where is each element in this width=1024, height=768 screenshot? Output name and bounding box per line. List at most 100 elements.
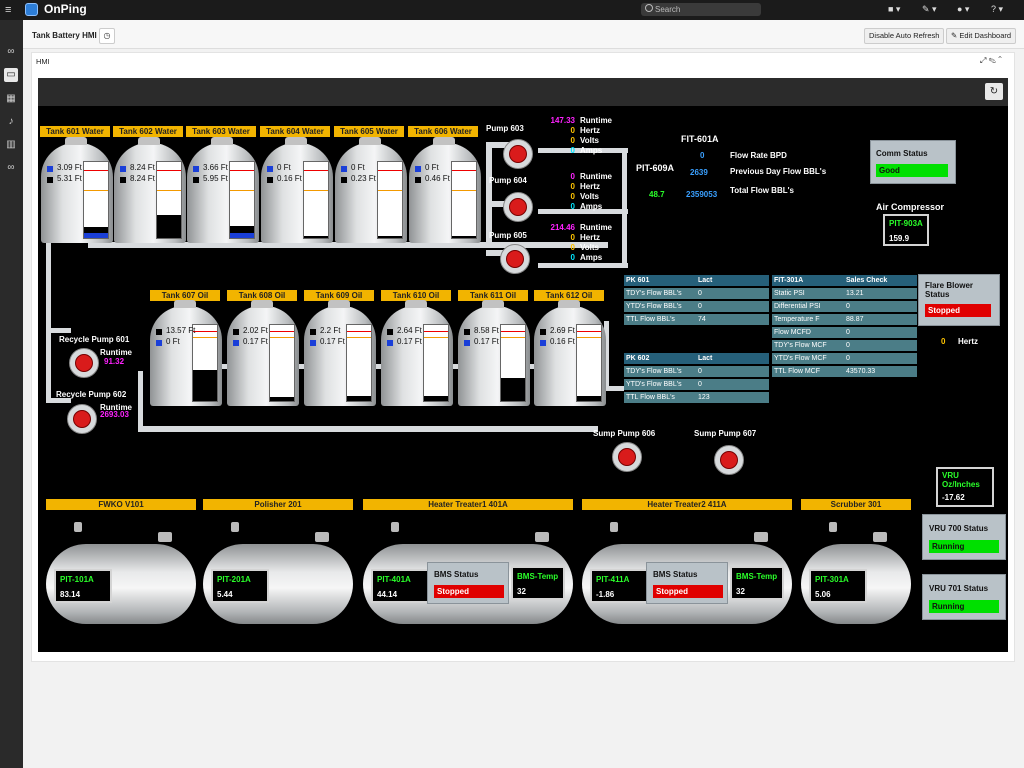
level-fill	[304, 236, 328, 238]
level-high-line	[501, 331, 525, 332]
prev-day-value: 2639	[690, 168, 708, 177]
vessel-body[interactable]: PIT-101A 83.14	[46, 544, 196, 624]
bms-status-box: BMS Status Stopped	[646, 562, 728, 604]
legend-square-black	[464, 329, 470, 335]
table-cell-label: TDY's Flow MCF	[774, 342, 827, 349]
chain-icon[interactable]: ∞	[4, 161, 18, 175]
legend-square-black	[415, 177, 421, 183]
dashboard-icon[interactable]: ▭	[4, 68, 18, 82]
sump-pump-607-icon[interactable]	[714, 445, 744, 475]
table-header-cell: FIT-301A	[774, 277, 804, 284]
water-tank[interactable]: 3.66 Ft 5.95 Ft	[187, 137, 259, 243]
tank-level-gauge	[576, 324, 602, 402]
table-cell-value: 43570.33	[846, 368, 876, 375]
table-icon[interactable]: ▦	[4, 92, 18, 106]
user-icon[interactable]: ● ▾	[957, 4, 969, 15]
water-tank[interactable]: 8.24 Ft 8.24 Ft	[114, 137, 186, 243]
legend-square-blue	[267, 166, 273, 172]
link-icon[interactable]: ∞	[4, 45, 18, 59]
pump-volts-value: 0	[570, 243, 575, 252]
table-cell-label: Temperature F	[774, 316, 820, 323]
bookmark-icon[interactable]: ■ ▾	[888, 4, 900, 15]
vru-title: VRU Oz/Inches	[942, 471, 980, 489]
expand-icon[interactable]: ⤢	[980, 56, 986, 65]
sump-pump-606-icon[interactable]	[612, 442, 642, 472]
top-navbar	[0, 0, 1024, 20]
panel-tools[interactable]: ⤢ ✎ ⌃	[980, 56, 1002, 66]
tank-cap	[211, 137, 233, 145]
recycle-pump-602-icon[interactable]	[67, 404, 97, 434]
pressure-value: 44.14	[377, 590, 398, 599]
tank-cap	[558, 300, 580, 308]
chart-icon[interactable]: ▥	[4, 138, 18, 152]
vessel-body[interactable]: PIT-301A 5.06	[801, 544, 911, 624]
legend-square-black	[341, 177, 347, 183]
pressure-value: 5.44	[217, 590, 233, 599]
pressure-value: 5.06	[815, 590, 831, 599]
recycle-pump-601-icon[interactable]	[69, 348, 99, 378]
table-cell-label: TDY's Flow BBL's	[626, 368, 682, 375]
oil-tank[interactable]: 2.02 Ft 0.17 Ft	[227, 300, 299, 406]
refresh-icon[interactable]: ↻	[985, 83, 1003, 100]
search-input[interactable]: Search	[641, 3, 761, 16]
vru700-value: Running	[929, 540, 999, 553]
water-tank[interactable]: 0 Ft 0.23 Ft	[335, 137, 407, 243]
tank-reading-1: 2.64 Ft	[397, 326, 422, 335]
tank-label: Tank 603 Water	[186, 126, 256, 137]
recycle-pump-601-label: Recycle Pump 601	[59, 335, 130, 344]
oil-tank[interactable]: 2.69 Ft 0.16 Ft	[534, 300, 606, 406]
pump-603-icon[interactable]	[503, 139, 533, 169]
tank-reading-2: 0.16 Ft	[550, 337, 575, 346]
pressure-readout: PIT-201A 5.44	[211, 569, 269, 603]
oil-tank[interactable]: 8.58 Ft 0.17 Ft	[458, 300, 530, 406]
table-header-row: PK 602 Lact	[624, 353, 769, 365]
clock-icon[interactable]: ◷	[99, 28, 115, 44]
valve-icon	[873, 532, 887, 542]
help-icon[interactable]: ? ▾	[991, 4, 1003, 15]
oil-tank[interactable]: 2.2 Ft 0.17 Ft	[304, 300, 376, 406]
chevron-up-icon[interactable]: ⌃	[998, 56, 1002, 65]
pressure-tag: PIT-401A	[377, 575, 411, 584]
edit-dashboard-button[interactable]: ✎ Edit Dashboard	[946, 28, 1017, 44]
table-cell-value: 123	[698, 394, 710, 401]
table-row: TDY's Flow BBL's 0	[624, 288, 769, 300]
tank-cap	[405, 300, 427, 308]
vessel-label: FWKO V101	[46, 499, 196, 510]
vessel-body[interactable]: PIT-401A 44.14 BMS Status Stopped BMS-Temp 32	[363, 544, 573, 624]
settings-icon[interactable]: ✎	[989, 56, 996, 65]
tank-cap	[65, 137, 87, 145]
level-high-line	[577, 331, 601, 332]
pump-amps-label: Amps	[580, 146, 603, 155]
vru700-title: VRU 700 Status	[929, 524, 989, 533]
tank-reading-1: 8.58 Ft	[474, 326, 499, 335]
oil-tank[interactable]: 2.64 Ft 0.17 Ft	[381, 300, 453, 406]
hmi-header	[38, 78, 1008, 106]
legend-square-black	[156, 329, 162, 335]
level-high-line	[452, 170, 476, 171]
legend-square-black	[387, 329, 393, 335]
water-tank[interactable]: 0 Ft 0.16 Ft	[261, 137, 333, 243]
pump-604-icon[interactable]	[503, 192, 533, 222]
pipe	[46, 328, 71, 333]
menu-icon[interactable]: ≡	[5, 4, 11, 16]
oil-tank[interactable]: 13.57 Ft 0 Ft	[150, 300, 222, 406]
bell-icon[interactable]: ♪	[4, 115, 18, 129]
level-mid-line	[577, 337, 601, 338]
pump-605-icon[interactable]	[500, 244, 530, 274]
wrench-icon[interactable]: ✎ ▾	[922, 4, 937, 15]
level-fill	[193, 370, 217, 401]
edit-dashboard-label: Edit Dashboard	[959, 31, 1012, 40]
pump-runtime-value: 214.46	[550, 223, 575, 232]
table-header-cell: Sales Check	[846, 277, 888, 284]
water-tank[interactable]: 0 Ft 0.46 Ft	[409, 137, 481, 243]
tank-label: Tank 601 Water	[40, 126, 110, 137]
vessel-body[interactable]: PIT-411A -1.86 BMS Status Stopped BMS-Temp 32	[582, 544, 792, 624]
pump-amps-label: Amps	[580, 202, 603, 211]
disable-auto-refresh-button[interactable]: Disable Auto Refresh	[864, 28, 945, 44]
legend-square-blue	[415, 166, 421, 172]
vessel-body[interactable]: PIT-201A 5.44	[203, 544, 353, 624]
tank-reading-1: 2.2 Ft	[320, 326, 341, 335]
water-tank[interactable]: 3.09 Ft 5.31 Ft	[41, 137, 113, 243]
table-cell-value: 0	[698, 303, 702, 310]
valve-icon	[754, 532, 768, 542]
